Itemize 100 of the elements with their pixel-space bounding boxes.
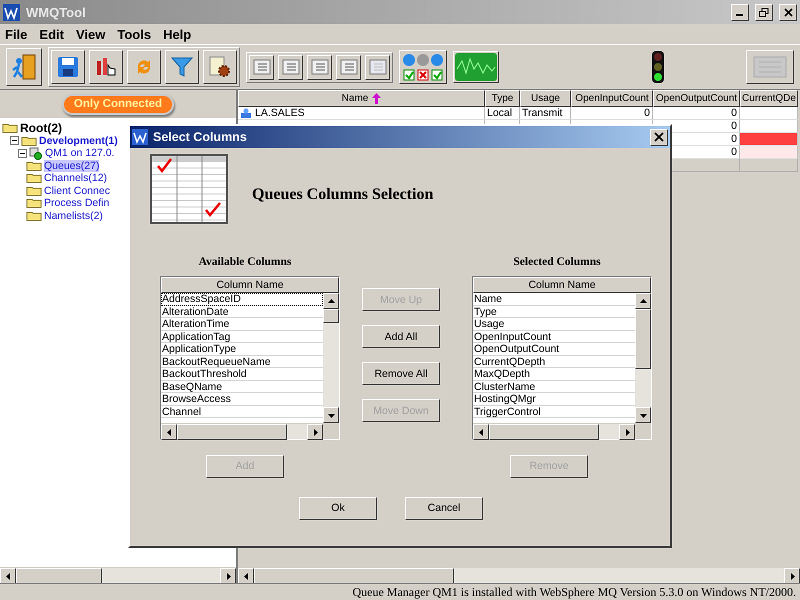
scroll-left-button[interactable] [161,424,177,440]
scroll-thumb[interactable] [489,424,599,440]
list-item[interactable]: AlterationDate [161,306,323,318]
column-header[interactable]: CurrentQDe [740,90,798,107]
list-item[interactable]: BackoutThreshold [161,368,323,380]
column-header[interactable]: Type [485,90,520,107]
menu-item[interactable]: File [5,26,28,42]
vertical-scrollbar[interactable] [635,293,651,423]
view-document-button[interactable] [336,54,361,80]
folder-icon [26,197,42,210]
status-text: Queue Manager QM1 is installed with WebSphere MQ Version 5.3.0 on Windows NT/2000. [352,584,796,600]
column-header[interactable]: OpenOutputCount [653,90,740,107]
scroll-right-button[interactable] [307,424,323,440]
filter-button[interactable] [165,50,199,84]
tree-item[interactable]: Development(1) [39,134,118,147]
down-arrow-icon [328,412,334,418]
dialog-button[interactable]: Add All [362,325,440,348]
horizontal-scrollbar[interactable] [0,567,236,583]
view-list-button[interactable] [249,54,274,80]
scroll-right-button[interactable] [619,424,635,440]
panel-button[interactable] [746,50,794,84]
menu-item[interactable]: Edit [39,26,64,42]
tree-item[interactable]: Namelists(2) [44,210,103,222]
scroll-left-button[interactable] [0,568,16,584]
monitor-button[interactable] [453,51,499,83]
tree-item[interactable]: Queues(27) [44,160,100,172]
list-item[interactable]: Channel [161,406,323,418]
scroll-left-button[interactable] [473,424,489,440]
scroll-right-button[interactable] [784,568,800,584]
dialog-button[interactable]: Remove All [362,362,440,385]
tree-item[interactable]: QM1 on 127.0. [45,147,114,160]
list-item[interactable]: TriggerControl [473,406,635,418]
tree-item[interactable]: Channels(12) [44,172,108,184]
list-view-icon [252,59,270,75]
up-arrow-icon [328,298,334,304]
vertical-scrollbar[interactable] [323,293,339,423]
scroll-up-button[interactable] [635,293,651,309]
scroll-thumb[interactable] [635,309,651,369]
column-header[interactable]: Usage [520,90,571,107]
column-list[interactable]: Column Name AddressSpaceID AlterationDate AlterationTime ApplicationTag ApplicationType BackoutRequeueName BackoutThreshold BaseQName BrowseAccess Channel [160,276,340,440]
list-item[interactable]: Type [473,306,635,318]
list-item[interactable]: AlterationTime [161,318,323,330]
panel-icon [753,56,787,78]
chart-pointer-button[interactable] [89,50,123,84]
dialog-button[interactable]: Ok [299,496,377,520]
save-button[interactable] [51,50,85,84]
scroll-thumb[interactable] [177,424,287,440]
folder-icon [2,122,18,134]
scroll-thumb[interactable] [16,568,102,584]
tree-item[interactable]: Process Defin [44,197,110,210]
settings-button[interactable] [203,50,237,84]
list-item[interactable]: OpenOutputCount [473,343,635,356]
dialog-button[interactable]: Cancel [405,496,483,520]
scroll-left-button[interactable] [238,568,254,584]
collapse-icon[interactable] [18,148,27,158]
list-item[interactable]: HostingQMgr [473,393,635,406]
list-item[interactable]: ClusterName [473,380,635,393]
column-header[interactable]: OpenInputCount [571,90,653,107]
list-item[interactable]: MaxQDepth [473,368,635,380]
restore-button[interactable] [755,4,773,20]
list-item[interactable]: CurrentQDepth [473,356,635,368]
list-item[interactable]: ApplicationType [161,343,323,356]
scroll-up-button[interactable] [323,293,339,309]
scroll-down-button[interactable] [635,407,651,423]
list-item[interactable]: BaseQName [161,380,323,393]
list-item[interactable]: BackoutRequeueName [161,356,323,368]
list-item[interactable]: Usage [473,318,635,330]
refresh-button[interactable] [127,50,161,84]
close-button[interactable] [779,4,797,20]
scroll-thumb[interactable] [323,309,339,323]
scroll-down-button[interactable] [323,407,339,423]
close-button[interactable] [650,128,668,146]
collapse-icon[interactable] [10,136,19,146]
funnel-icon [170,55,194,79]
list-item[interactable]: BrowseAccess [161,393,323,406]
view-blank-button[interactable] [365,54,390,80]
list-item[interactable]: AddressSpaceID [161,293,323,306]
scroll-right-button[interactable] [220,568,236,584]
column-list[interactable]: Column Name Name Type Usage OpenInputCount OpenOutputCount CurrentQDepth MaxQDepth ClusterName HostingQMgr TriggerControl [472,276,652,440]
tree-item[interactable]: Root(2) [20,121,62,136]
scroll-thumb[interactable] [254,568,454,584]
menu-item[interactable]: View [76,26,106,42]
horizontal-scrollbar[interactable] [238,567,800,583]
menu-item[interactable]: Help [163,26,192,42]
horizontal-scrollbar[interactable] [161,423,323,439]
list-item[interactable]: OpenInputCount [473,330,635,343]
list-item[interactable]: Name [473,293,635,306]
horizontal-scrollbar[interactable] [473,423,635,439]
list-item[interactable]: ApplicationTag [161,330,323,343]
tree-item[interactable]: Client Connec [44,184,110,197]
queue-icon [240,108,252,118]
connection-status-button[interactable] [399,50,447,84]
minimize-button[interactable] [731,4,749,20]
column-header[interactable]: Name [238,90,485,107]
exit-button[interactable] [6,48,42,86]
view-details-button[interactable] [278,54,303,80]
folder-icon [26,172,42,184]
folder-icon [26,160,42,172]
menu-item[interactable]: Tools [117,26,152,42]
view-users-button[interactable] [307,54,332,80]
